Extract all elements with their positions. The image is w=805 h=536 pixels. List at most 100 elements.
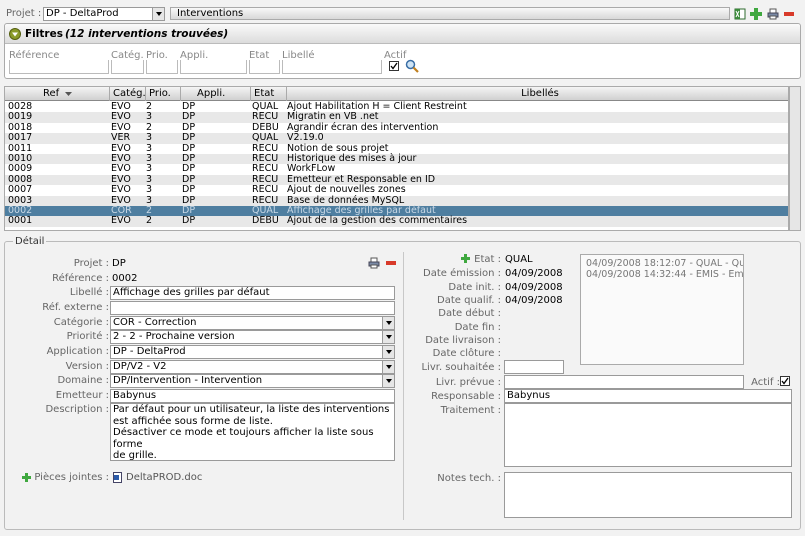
column-header-prio[interactable]: Prio. [146,87,181,101]
filter-categ-input[interactable] [111,60,144,74]
reference-value: 0002 [112,273,138,284]
detail-legend: Détail [13,236,47,247]
filter-libelle-input[interactable] [282,60,382,74]
filter-actif-checkbox[interactable] [389,61,399,71]
responsable-label: Responsable : [431,391,501,402]
print-icon[interactable] [368,257,380,269]
actif-label: Actif : [751,377,780,388]
date-debut-label: Date début : [438,308,501,319]
top-bar: Projet : DP - DeltaProd Interventions [0,0,805,24]
add-state-icon[interactable] [461,254,470,263]
date-livraison-label: Date livraison : [425,335,501,346]
date-emission-label: Date émission : [423,268,501,279]
chevron-down-icon[interactable] [152,8,164,20]
column-header-categ[interactable]: Catég. [110,87,146,101]
libelle-label: Libellé : [69,287,109,298]
filters-count: (12 interventions trouvées) [65,28,229,40]
add-attachment-icon[interactable] [22,473,31,482]
sort-desc-icon [65,92,72,96]
traitement-label: Traitement : [440,405,501,416]
pieces-jointes-label: Pièces jointes : [34,472,109,483]
emetteur-label: Emetteur : [55,390,109,401]
priorite-label: Priorité : [66,331,109,342]
description-label: Description : [45,404,109,415]
chevron-down-icon[interactable] [382,331,394,343]
livr-souhaitee-field[interactable] [504,360,564,374]
history-list: 04/09/2008 18:12:07 - QUAL - Qualifié 04… [580,254,744,365]
livr-prevue-label: Livr. prévue : [435,377,501,388]
add-icon[interactable] [749,7,763,21]
date-fin-label: Date fin : [454,322,501,333]
application-select[interactable]: DP - DeltaProd [110,345,395,359]
search-icon[interactable] [405,59,419,73]
filter-appli-input[interactable] [180,60,247,74]
chevron-down-icon[interactable] [382,375,394,387]
priorite-select[interactable]: 2 - 2 - Prochaine version [110,330,395,344]
print-icon[interactable] [767,8,779,20]
domaine-label: Domaine : [57,375,109,386]
table-cell-appli: DP [182,215,196,227]
word-document-icon [113,472,122,483]
livr-prevue-field[interactable] [504,375,744,389]
projet-label: Projet : [73,258,109,269]
table-cell-libelle: Ajout de la gestion des commentaires [287,215,468,227]
etat-label: Etat : [474,254,501,265]
libelle-field[interactable]: Affichage des grilles par défaut [110,286,395,300]
table-cell-ref: 0001 [8,215,33,227]
column-header-appli[interactable]: Appli. [181,87,251,101]
tab-interventions[interactable]: Interventions [170,7,730,20]
collapse-icon[interactable] [9,28,21,40]
filters-panel: Filtres (12 interventions trouvées) Réfé… [4,23,801,79]
categorie-label: Catégorie : [53,317,109,328]
history-item: 04/09/2008 18:12:07 - QUAL - Qualifié [586,258,744,269]
export-excel-icon[interactable] [734,8,746,20]
table-scrollbar[interactable] [789,86,801,231]
filter-actif-label: Actif [384,50,407,61]
table-cell-categ: EVO [111,215,131,227]
version-label: Version : [65,361,109,372]
delete-icon[interactable] [783,8,795,20]
livr-souhaitee-label: Livr. souhaitée : [421,362,501,373]
project-select-value: DP - DeltaProd [46,8,119,19]
project-label: Projet : [6,8,42,19]
column-divider [403,252,404,520]
filters-header[interactable]: Filtres (12 interventions trouvées) [5,24,800,44]
date-qualif-value: 04/09/2008 [505,295,563,306]
column-header-ref[interactable]: Ref [5,87,110,101]
project-select[interactable]: DP - DeltaProd [43,7,165,21]
date-qualif-label: Date qualif. : [437,295,501,306]
date-init-value: 04/09/2008 [505,282,563,293]
column-header-libelles[interactable]: Libellés [287,87,790,101]
chevron-down-icon[interactable] [382,346,394,358]
tab-interventions-label: Interventions [177,8,244,19]
description-textarea[interactable]: Par défaut pour un utilisateur, la liste… [110,403,395,461]
emetteur-field[interactable]: Babynus [110,389,395,403]
actif-checkbox[interactable] [780,376,790,386]
notes-tech-label: Notes tech. : [437,473,501,484]
ref-externe-field[interactable] [110,301,395,315]
filter-etat-input[interactable] [249,60,280,74]
attachment-link[interactable]: DeltaPROD.doc [126,472,202,483]
interventions-table: Ref Catég. Prio. Appli. Etat Libellés 00… [4,86,789,231]
delete-icon[interactable] [385,257,397,269]
date-init-label: Date init. : [448,282,501,293]
filter-reference-input[interactable] [9,60,109,74]
filter-prio-input[interactable] [146,60,178,74]
projet-value: DP [112,258,126,269]
traitement-textarea[interactable] [504,403,792,467]
table-cell-prio: 2 [146,215,153,227]
date-cloture-label: Date clôture : [432,348,501,359]
domaine-select[interactable]: DP/Intervention - Intervention [110,374,395,388]
chevron-down-icon[interactable] [382,317,394,329]
version-select[interactable]: DP/V2 - V2 [110,360,395,374]
chevron-down-icon[interactable] [382,361,394,373]
table-header: Ref Catég. Prio. Appli. Etat Libellés [5,87,788,101]
column-header-etat[interactable]: Etat [251,87,287,101]
responsable-field[interactable]: Babynus [504,389,792,403]
date-emission-value: 04/09/2008 [505,268,563,279]
etat-value: QUAL [505,254,533,265]
filters-title: Filtres [25,28,63,40]
categorie-select[interactable]: COR - Correction [110,316,395,330]
notes-tech-textarea[interactable] [504,472,792,518]
table-row[interactable]: 0001 EVO 2 DP DEBU Ajout de la gestion des co… [5,215,788,227]
